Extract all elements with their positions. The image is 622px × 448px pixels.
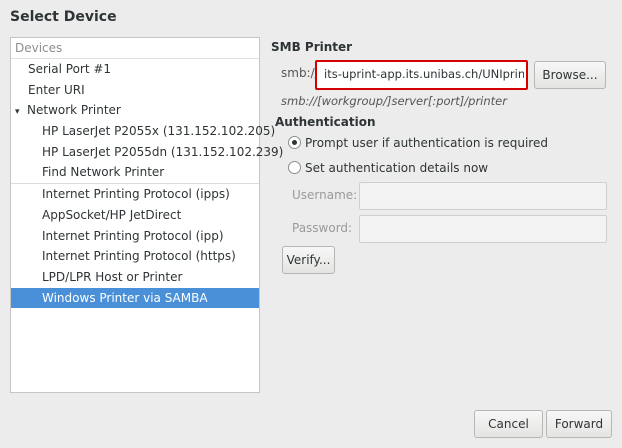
- device-item-hp-p2055x[interactable]: HP LaserJet P2055x (131.152.102.205): [11, 121, 275, 142]
- radio-selected-icon[interactable]: [288, 136, 301, 149]
- chevron-down-icon[interactable]: ▾: [15, 102, 27, 123]
- smb-uri-input[interactable]: [322, 63, 526, 85]
- password-label: Password:: [292, 221, 353, 235]
- devices-header: Devices: [11, 38, 259, 59]
- device-item-find-network-printer[interactable]: Find Network Printer: [11, 162, 259, 183]
- radio-unselected-icon[interactable]: [288, 161, 301, 174]
- smb-printer-title: SMB Printer: [271, 40, 353, 54]
- verify-button[interactable]: Verify...: [282, 246, 335, 274]
- radio-set-details[interactable]: Set authentication details now: [288, 161, 488, 175]
- smb-uri-hint: smb://[workgroup/]server[:port]/printer: [281, 94, 507, 108]
- device-item-enter-uri[interactable]: Enter URI: [11, 80, 259, 101]
- username-field[interactable]: [359, 182, 607, 210]
- device-item-ipp[interactable]: Internet Printing Protocol (ipp): [11, 226, 259, 247]
- device-item-samba[interactable]: Windows Printer via SAMBA: [11, 287, 259, 309]
- cancel-button[interactable]: Cancel: [474, 410, 543, 438]
- device-item-label: Network Printer: [27, 103, 121, 118]
- smb-prefix-label: smb://: [281, 66, 319, 80]
- device-item-lpd[interactable]: LPD/LPR Host or Printer: [11, 267, 259, 288]
- password-field[interactable]: [359, 215, 607, 243]
- device-item-ipps[interactable]: Internet Printing Protocol (ipps): [11, 183, 259, 205]
- devices-list[interactable]: Devices Serial Port #1 Enter URI ▾ Networ…: [10, 37, 283, 393]
- device-item-serial-port[interactable]: Serial Port #1: [11, 59, 259, 80]
- device-item-appsocket[interactable]: AppSocket/HP JetDirect: [11, 205, 259, 226]
- device-item-network-printer[interactable]: ▾ Network Printer: [11, 100, 259, 121]
- select-device-dialog: Select Device Devices Serial Port #1 Ent…: [0, 0, 622, 448]
- radio-prompt-user[interactable]: Prompt user if authentication is require…: [288, 136, 548, 150]
- username-label: Username:: [292, 188, 358, 202]
- device-item-https[interactable]: Internet Printing Protocol (https): [11, 246, 259, 267]
- authentication-title: Authentication: [275, 115, 376, 129]
- device-item-hp-p2055dn[interactable]: HP LaserJet P2055dn (131.152.102.239): [11, 142, 283, 163]
- radio-label: Set authentication details now: [305, 161, 489, 175]
- forward-button[interactable]: Forward: [546, 410, 612, 438]
- radio-label: Prompt user if authentication is require…: [305, 136, 548, 150]
- dialog-title: Select Device: [10, 9, 117, 25]
- browse-button[interactable]: Browse...: [534, 61, 606, 89]
